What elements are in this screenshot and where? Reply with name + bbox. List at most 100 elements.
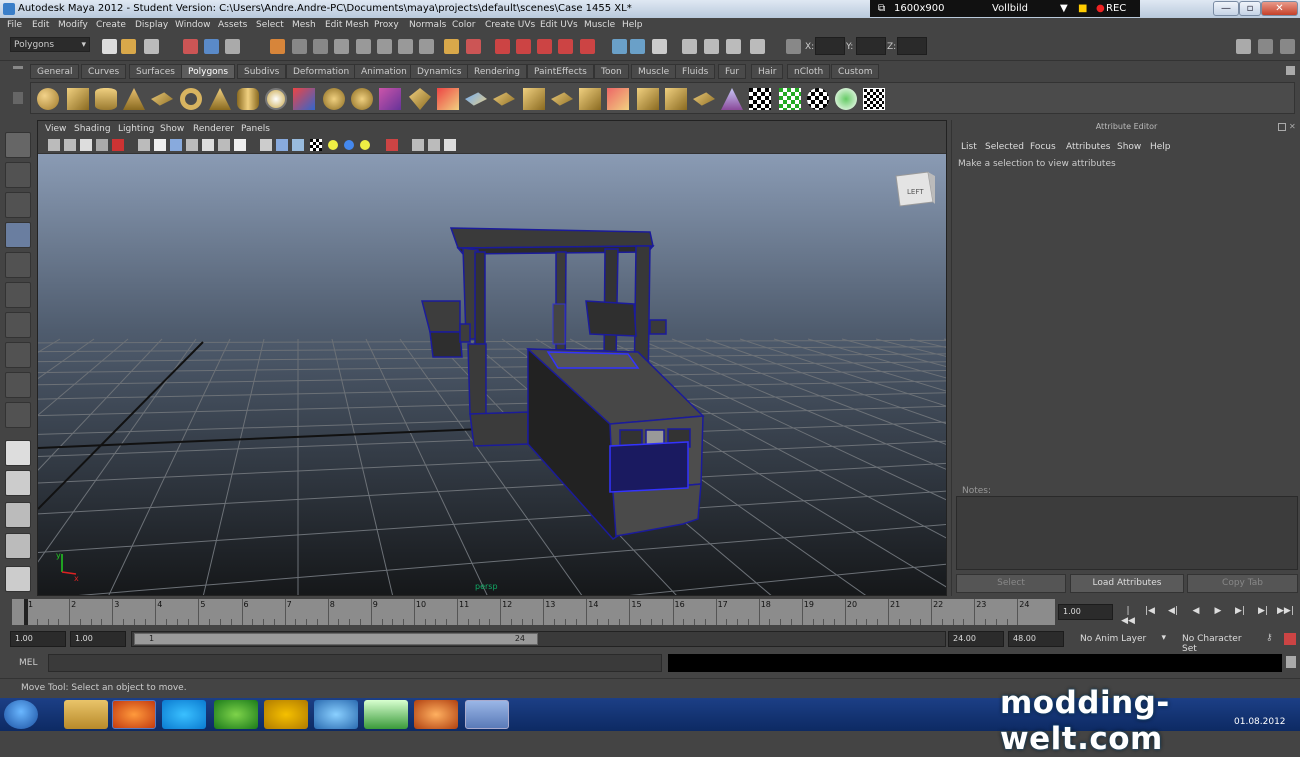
soft-mod-tool-icon[interactable] xyxy=(5,342,31,368)
menu-edit[interactable]: Edit xyxy=(32,20,49,30)
extrude-icon[interactable] xyxy=(409,88,431,110)
smooth-icon[interactable] xyxy=(351,88,373,110)
select-by-object-icon[interactable] xyxy=(204,39,219,54)
new-scene-icon[interactable] xyxy=(102,39,117,54)
split-polygon-icon[interactable] xyxy=(493,92,515,106)
screen-recorder-bar[interactable]: ⧉ 1600x900 Vollbild ▼ ■ ● REC xyxy=(870,0,1140,17)
planar-mapping-icon[interactable] xyxy=(693,92,715,106)
attr-menu-help[interactable]: Help xyxy=(1150,142,1171,152)
poly-sphere-icon[interactable] xyxy=(37,88,59,110)
shelf-tab-painteffects[interactable]: PaintEffects xyxy=(527,64,594,79)
select-handle-icon[interactable] xyxy=(292,39,307,54)
checker-texture-icon[interactable] xyxy=(863,88,885,110)
key-icon[interactable]: ⚷ xyxy=(1266,633,1278,645)
show-manipulator-icon[interactable] xyxy=(5,372,31,398)
shadows-icon[interactable] xyxy=(218,139,230,151)
script-editor-icon[interactable] xyxy=(1286,656,1296,668)
shadow-lights-icon[interactable] xyxy=(360,140,370,150)
render-settings-icon[interactable] xyxy=(682,39,697,54)
go-to-start-button[interactable]: |◀◀ xyxy=(1120,606,1136,626)
dropdown-arrow-icon[interactable]: ▼ xyxy=(1060,3,1068,14)
snap-to-curve-icon[interactable] xyxy=(516,39,531,54)
viewport-canvas[interactable]: LEFT y x persp xyxy=(38,154,946,595)
menu-muscle[interactable]: Muscle xyxy=(584,20,615,30)
current-frame-field[interactable]: 1.00 xyxy=(1058,604,1113,620)
uv-sphere-map-icon[interactable] xyxy=(807,88,829,110)
screen-space-ao-icon[interactable] xyxy=(234,139,246,151)
lasso-tool-icon[interactable] xyxy=(5,162,31,188)
explorer-taskbar-icon[interactable] xyxy=(64,700,108,729)
rotate-tool-icon[interactable] xyxy=(5,252,31,278)
absolute-transform-icon[interactable] xyxy=(786,39,801,54)
shelf-tab-ncloth[interactable]: nCloth xyxy=(787,64,831,79)
hypershade-icon[interactable] xyxy=(704,39,719,54)
start-button-icon[interactable] xyxy=(4,700,38,729)
separate-icon[interactable] xyxy=(323,88,345,110)
y-coordinate-field[interactable] xyxy=(856,37,886,55)
float-panel-icon[interactable] xyxy=(1278,123,1286,131)
icq-taskbar-icon[interactable] xyxy=(214,700,258,729)
step-back-frame-button[interactable]: ◀| xyxy=(1165,606,1181,620)
menu-display[interactable]: Display xyxy=(135,20,168,30)
attr-menu-show[interactable]: Show xyxy=(1117,142,1141,152)
select-all-mask-icon[interactable] xyxy=(270,39,285,54)
uv-layout-icon[interactable] xyxy=(779,88,801,110)
viewport-menu-view[interactable]: View xyxy=(45,124,66,134)
view-cube[interactable]: LEFT xyxy=(895,171,935,207)
viewport-menu-renderer[interactable]: Renderer xyxy=(193,124,234,134)
resolution-gate-icon[interactable] xyxy=(412,139,424,151)
render-current-frame-icon[interactable] xyxy=(630,39,645,54)
attr-menu-list[interactable]: List xyxy=(961,142,977,152)
animation-start-field[interactable]: 1.00 xyxy=(10,631,66,647)
poly-pipe-icon[interactable] xyxy=(237,88,259,110)
select-surface-icon[interactable] xyxy=(356,39,371,54)
attr-menu-selected[interactable]: Selected xyxy=(985,142,1024,152)
highlight-selection-icon[interactable] xyxy=(466,39,481,54)
select-by-component-icon[interactable] xyxy=(225,39,240,54)
combine-icon[interactable] xyxy=(293,88,315,110)
offset-edge-loop-icon[interactable] xyxy=(551,92,573,106)
range-slider[interactable]: 1 24 xyxy=(131,631,946,647)
shelf-tab-fur[interactable]: Fur xyxy=(718,64,747,79)
menu-edit-mesh[interactable]: Edit Mesh xyxy=(325,20,369,30)
menu-edit-uvs[interactable]: Edit UVs xyxy=(540,20,578,30)
winamp-taskbar-icon[interactable] xyxy=(264,700,308,729)
menu-window[interactable]: Window xyxy=(175,20,211,30)
four-pane-layout-icon[interactable] xyxy=(5,470,31,496)
menu-file[interactable]: File xyxy=(7,20,22,30)
all-lights-icon[interactable] xyxy=(344,140,354,150)
viewport-menu-show[interactable]: Show xyxy=(160,124,184,134)
animation-end-field[interactable]: 48.00 xyxy=(1008,631,1064,647)
x-coordinate-field[interactable] xyxy=(815,37,845,55)
maya-taskbar-icon[interactable] xyxy=(465,700,509,729)
insert-edge-loop-icon[interactable] xyxy=(523,88,545,110)
poly-torus-icon[interactable] xyxy=(180,88,202,110)
construction-history-icon[interactable] xyxy=(612,39,627,54)
xray-active-icon[interactable] xyxy=(276,139,288,151)
shelf-menu-icon[interactable] xyxy=(1286,66,1295,75)
open-scene-icon[interactable] xyxy=(121,39,136,54)
smooth-shade-icon[interactable] xyxy=(154,139,166,151)
recorder-resolution[interactable]: 1600x900 xyxy=(894,3,944,14)
viewport-menu-panels[interactable]: Panels xyxy=(241,124,270,134)
uv-cylinder-map-icon[interactable] xyxy=(835,88,857,110)
shelf-tab-fluids[interactable]: Fluids xyxy=(675,64,716,79)
toggle-attribute-editor-icon[interactable] xyxy=(1236,39,1251,54)
media-player-taskbar-icon[interactable] xyxy=(314,700,358,729)
grease-pencil-icon[interactable] xyxy=(112,139,124,151)
menu-modify[interactable]: Modify xyxy=(58,20,88,30)
animation-preferences-icon[interactable] xyxy=(1284,633,1296,645)
shelf-tab-toon[interactable]: Toon xyxy=(594,64,629,79)
shelf-tab-subdivs[interactable]: Subdivs xyxy=(237,64,287,79)
shelf-tab-deformation[interactable]: Deformation xyxy=(286,64,357,79)
camera-icon[interactable]: ■ xyxy=(1078,3,1087,14)
xray-icon[interactable] xyxy=(260,139,272,151)
boolean-icon[interactable] xyxy=(379,88,401,110)
scale-tool-icon[interactable] xyxy=(5,282,31,308)
lock-selection-icon[interactable] xyxy=(444,39,459,54)
save-scene-icon[interactable] xyxy=(144,39,159,54)
two-d-pan-zoom-icon[interactable] xyxy=(96,139,108,151)
firefox-taskbar-icon[interactable] xyxy=(112,700,156,729)
poly-cylinder-icon[interactable] xyxy=(95,88,117,110)
shelf-tab-curves[interactable]: Curves xyxy=(81,64,127,79)
